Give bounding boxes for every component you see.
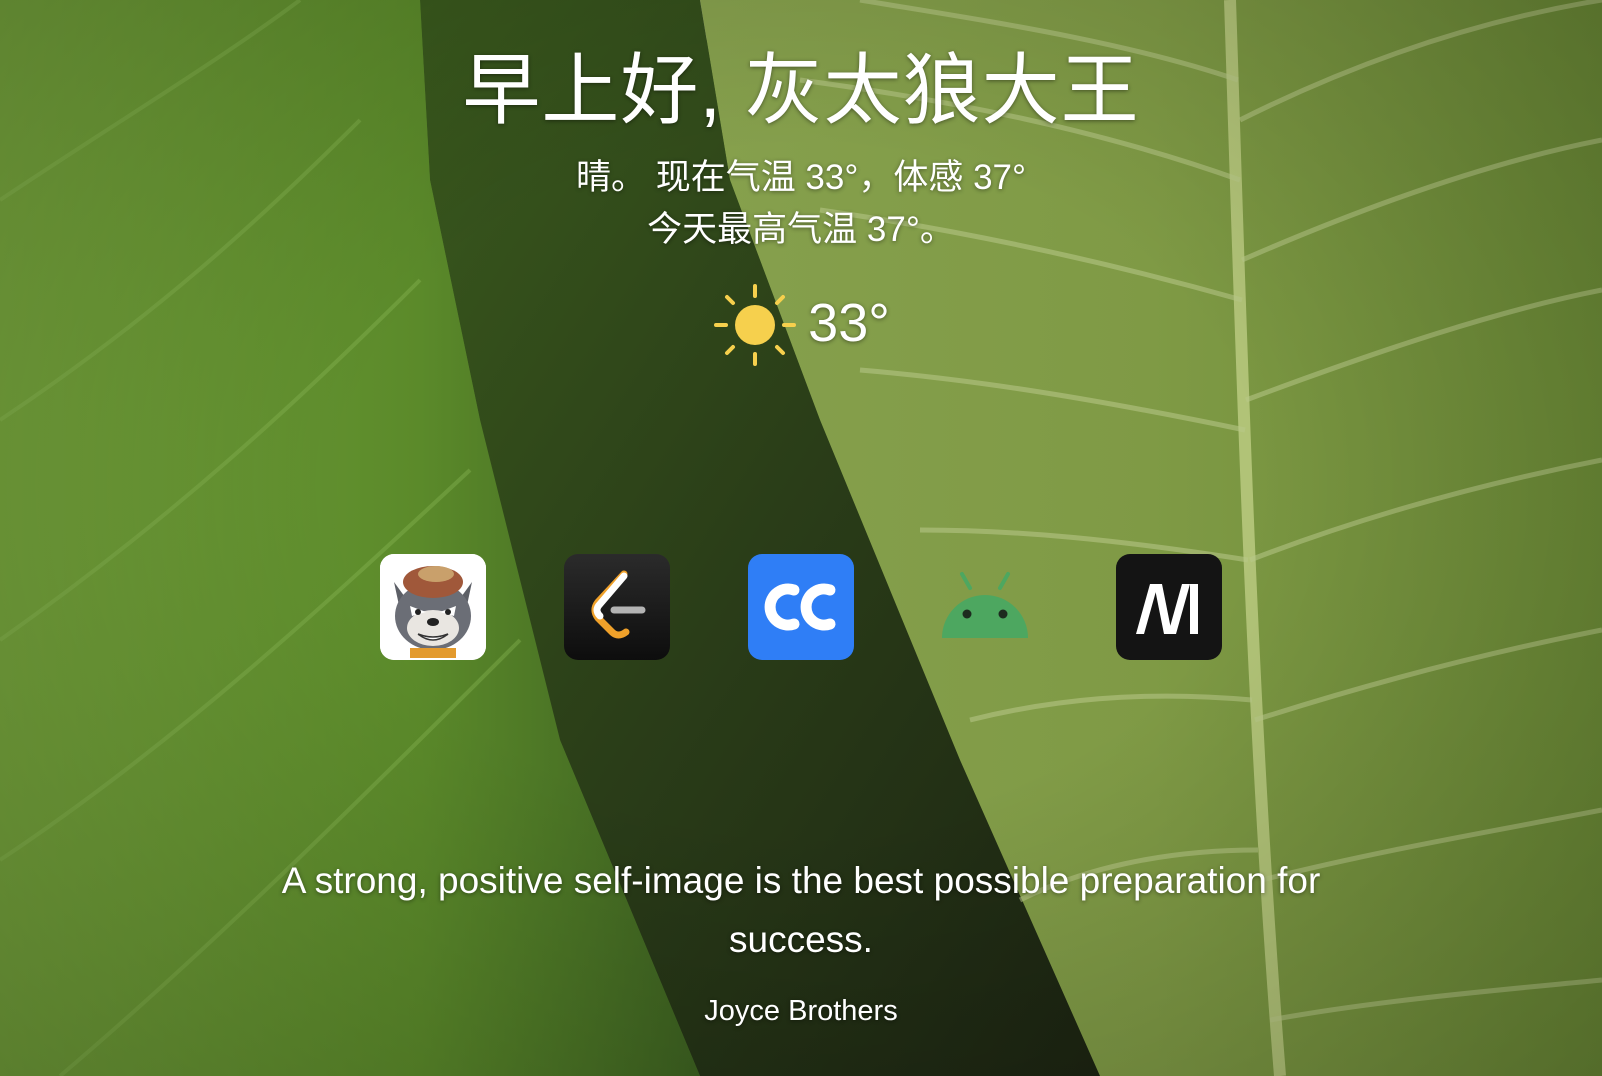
android-icon xyxy=(942,572,1028,638)
current-weather: 33° xyxy=(0,280,1602,370)
weather-description: 晴。 现在气温 33°，体感 37° 今天最高气温 37°。 xyxy=(0,152,1602,256)
cc-app-shortcut[interactable] xyxy=(748,554,854,660)
weather-description-line2: 今天最高气温 37°。 xyxy=(647,210,955,249)
greeting-heading: 早上好, 灰太狼大王 xyxy=(462,46,1140,134)
leetcode-app-shortcut[interactable] xyxy=(564,554,670,660)
m-app-shortcut[interactable] xyxy=(1116,554,1222,660)
leetcode-icon xyxy=(591,570,646,639)
quote-text: A strong, positive self-image is the bes… xyxy=(281,860,1321,960)
cc-icon xyxy=(764,583,836,631)
grey-wolf-app-shortcut[interactable] xyxy=(380,554,486,660)
app-shortcuts xyxy=(0,554,1602,660)
new-tab-content: 早上好, 灰太狼大王 晴。 现在气温 33°，体感 37° 今天最高气温 37°… xyxy=(0,0,1602,1076)
current-temperature: 33° xyxy=(808,293,890,353)
android-app-shortcut[interactable] xyxy=(932,554,1038,660)
m-logo-icon xyxy=(1136,584,1198,634)
sun-icon xyxy=(714,284,797,366)
quote-author: Joyce Brothers xyxy=(704,995,898,1027)
wolf-avatar-icon xyxy=(380,554,486,660)
weather-description-line1: 晴。 现在气温 33°，体感 37° xyxy=(575,158,1027,197)
